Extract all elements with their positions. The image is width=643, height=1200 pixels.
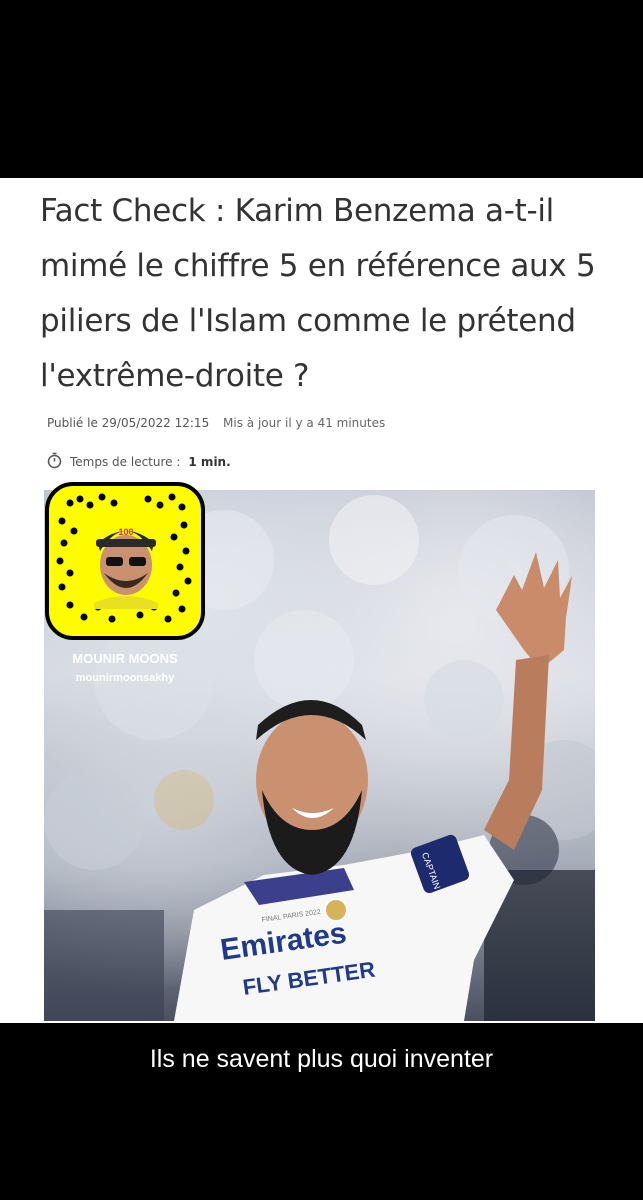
snap-username: mounirmoonsakhy [75,672,175,684]
article-meta: Publié le 29/05/2022 12:15 Mis à jour il… [47,416,385,430]
article-headline: Fact Check : Karim Benzema a-t-il mimé l… [40,193,596,394]
bottom-black-bar [0,1095,643,1200]
stopwatch-icon [47,452,62,472]
published-date: Publié le 29/05/2022 12:15 [47,416,210,430]
snap-display-name: MOUNIR MOONS [72,651,178,666]
bitmoji-cap-text: 100 [118,527,133,537]
reading-time: Temps de lecture : 1 min. [47,452,231,472]
caption-text: Ils ne savent plus quoi inventer [149,1044,494,1073]
updated-time: Mis à jour il y a 41 minutes [223,416,386,430]
caption-bar: Ils ne savent plus quoi inventer [0,1023,643,1095]
reading-time-label: Temps de lecture : [70,455,181,469]
snapcode-overlay: 100 [44,481,206,641]
reading-time-value: 1 min. [188,455,231,469]
top-black-bar [0,0,643,178]
